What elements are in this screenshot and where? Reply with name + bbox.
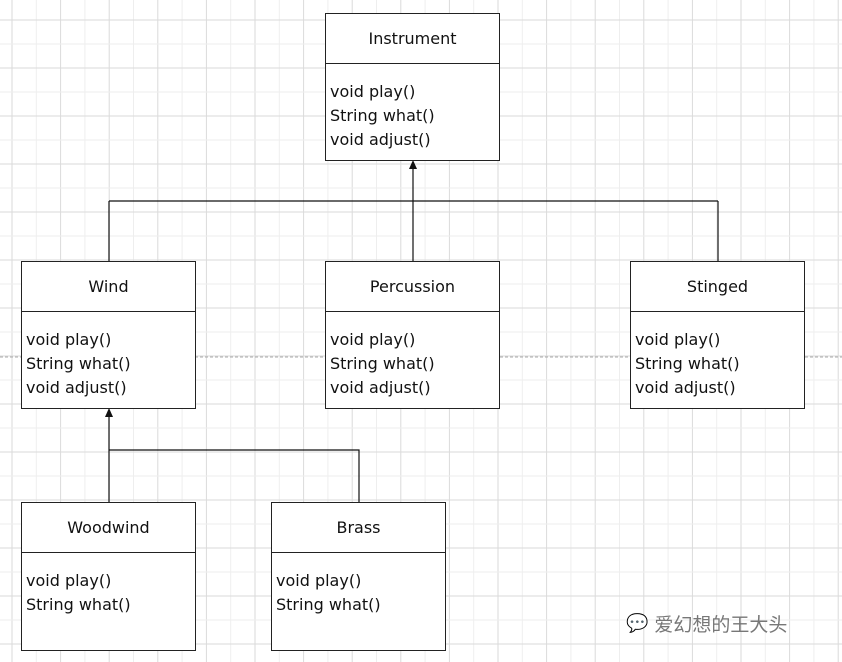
method: void play() xyxy=(635,330,721,349)
class-brass[interactable]: Brass void play() String what() xyxy=(271,502,446,651)
method-list: void play() String what() void adjust() xyxy=(326,312,499,400)
method-list: void play() String what() xyxy=(22,553,195,617)
method-list: void play() String what() void adjust() xyxy=(326,64,499,152)
method: void adjust() xyxy=(330,378,431,397)
arrowhead-wind xyxy=(105,408,113,417)
class-name: Percussion xyxy=(326,262,499,312)
class-name: Wind xyxy=(22,262,195,312)
class-wind[interactable]: Wind void play() String what() void adjust(… xyxy=(21,261,196,409)
wechat-icon: 💬 xyxy=(626,613,649,634)
watermark-text: 爱幻想的王大头 xyxy=(654,614,788,636)
inheritance-connector-wind xyxy=(108,416,360,502)
method: void adjust() xyxy=(26,378,127,397)
method-list: void play() String what() void adjust() xyxy=(631,312,804,400)
method: void play() xyxy=(276,571,362,590)
method: String what() xyxy=(330,354,435,373)
class-name: Instrument xyxy=(326,14,499,64)
method: void play() xyxy=(330,82,416,101)
class-woodwind[interactable]: Woodwind void play() String what() xyxy=(21,502,196,651)
method-list: void play() String what() xyxy=(272,553,445,617)
class-percussion[interactable]: Percussion void play() String what() void a… xyxy=(325,261,500,409)
class-name: Stinged xyxy=(631,262,804,312)
class-name: Woodwind xyxy=(22,503,195,553)
method: void adjust() xyxy=(330,130,431,149)
method: String what() xyxy=(26,595,131,614)
method: String what() xyxy=(635,354,740,373)
method: void play() xyxy=(26,330,112,349)
class-name: Brass xyxy=(272,503,445,553)
method: String what() xyxy=(330,106,435,125)
method: String what() xyxy=(276,595,381,614)
method: void play() xyxy=(26,571,112,590)
watermark: 💬 爱幻想的王大头 xyxy=(626,610,787,637)
method-list: void play() String what() void adjust() xyxy=(22,312,195,400)
method: String what() xyxy=(26,354,131,373)
method: void play() xyxy=(330,330,416,349)
method: void adjust() xyxy=(635,378,736,397)
class-stinged[interactable]: Stinged void play() String what() void adju… xyxy=(630,261,805,409)
inheritance-connector-instrument xyxy=(108,168,719,261)
class-instrument[interactable]: Instrument void play() String what() void a… xyxy=(325,13,500,161)
